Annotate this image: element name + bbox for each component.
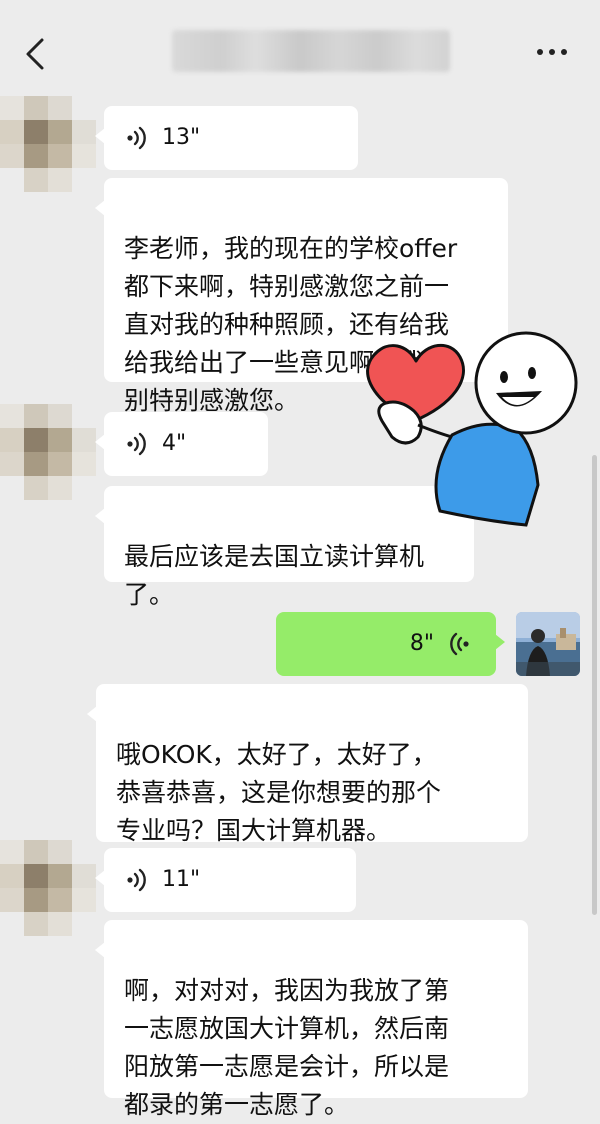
contact-avatar[interactable] — [0, 840, 96, 936]
voice-message[interactable]: 13" — [95, 106, 358, 170]
voice-message[interactable]: 11" — [95, 848, 356, 912]
voice-duration: 8" — [409, 631, 434, 656]
back-button[interactable] — [18, 34, 54, 74]
more-dots-icon — [534, 49, 570, 68]
heart-character-sticker — [366, 331, 578, 527]
voice-wave-icon — [127, 432, 146, 456]
voice-wave-icon — [450, 632, 469, 656]
voice-duration: 4" — [162, 431, 187, 456]
chevron-left-icon — [26, 38, 44, 70]
my-avatar[interactable] — [516, 612, 580, 676]
message-text: 哦OKOK，太好了，太好了， 恭喜恭喜，这是你想要的那个 专业吗？国大计算机器。 — [116, 740, 442, 845]
voice-wave-icon — [127, 868, 146, 892]
my-avatar-photo — [516, 612, 580, 676]
contact-avatar[interactable] — [0, 404, 96, 500]
voice-duration: 13" — [162, 125, 201, 150]
chat-title-redacted — [172, 30, 450, 72]
message-text: 啊，对对对，我因为我放了第 一志愿放国大计算机，然后南 阳放第一志愿是会计，所以… — [124, 976, 450, 1119]
contact-avatar[interactable] — [0, 96, 96, 192]
voice-duration: 11" — [162, 867, 201, 892]
chat-scrollbar[interactable] — [592, 455, 597, 915]
message-text: 最后应该是去国立读计算机 了。 — [124, 542, 425, 609]
voice-message-sent[interactable]: 8" — [276, 612, 505, 676]
text-message[interactable]: 啊，对对对，我因为我放了第 一志愿放国大计算机，然后南 阳放第一志愿是会计，所以… — [95, 920, 528, 1119]
more-options-button[interactable] — [534, 40, 578, 64]
voice-wave-icon — [127, 126, 146, 150]
text-message[interactable]: 哦OKOK，太好了，太好了， 恭喜恭喜，这是你想要的那个 专业吗？国大计算机器。 — [87, 684, 528, 845]
voice-message[interactable]: 4" — [95, 412, 268, 476]
chat-header — [0, 0, 600, 92]
